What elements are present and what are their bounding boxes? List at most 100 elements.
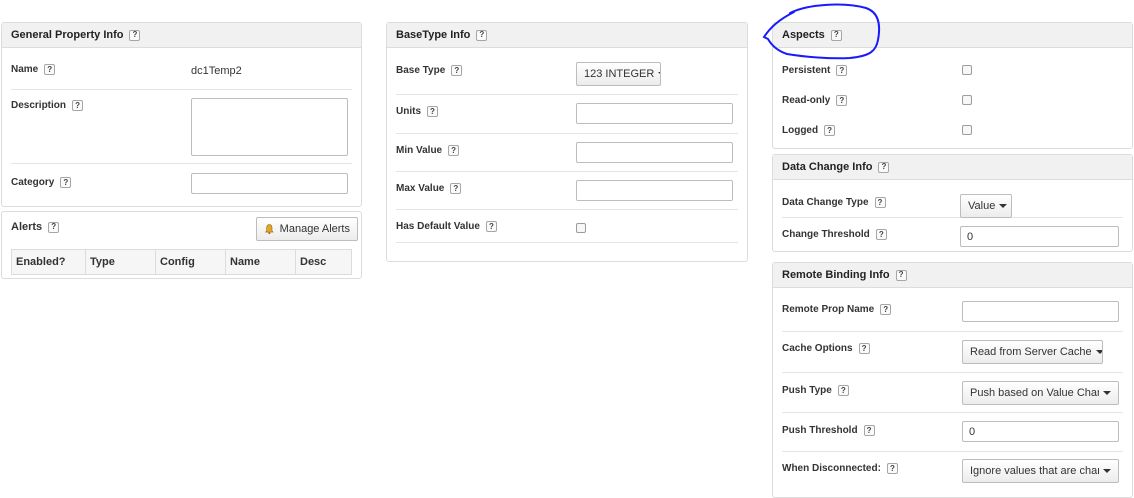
help-icon[interactable]: ? [886, 463, 898, 474]
column-header-enabled[interactable]: Enabled? [11, 249, 86, 275]
push-type-label: Push Type [782, 385, 832, 396]
help-icon[interactable]: ? [427, 106, 438, 117]
data-change-type-value: Value [968, 200, 996, 212]
cache-options-label: Cache Options [782, 343, 853, 354]
help-icon[interactable]: ? [836, 95, 848, 106]
manage-alerts-button[interactable]: Manage Alerts [256, 217, 358, 241]
push-threshold-field[interactable] [962, 421, 1119, 442]
readonly-label: Read-only [782, 95, 831, 106]
help-icon[interactable]: ? [874, 197, 886, 208]
general-property-title: General Property Info [11, 29, 124, 41]
max-value-field[interactable] [576, 180, 733, 201]
push-type-value: Push based on Value Chang... [970, 387, 1099, 399]
units-field[interactable] [576, 103, 733, 124]
category-label: Category [11, 177, 55, 188]
cache-options-row: Cache Options ? Read from Server Cache [782, 332, 1123, 373]
basetype-title: BaseType Info [396, 29, 471, 41]
logged-label: Logged [782, 125, 819, 136]
help-icon[interactable]: ? [837, 385, 849, 396]
caret-down-icon [658, 72, 660, 76]
help-icon[interactable]: ? [836, 65, 848, 76]
change-threshold-row: Change Threshold ? [782, 218, 1123, 251]
logged-checkbox[interactable] [962, 125, 972, 135]
help-icon[interactable]: ? [895, 269, 907, 281]
min-value-field[interactable] [576, 142, 733, 163]
column-header-name[interactable]: Name [225, 249, 296, 275]
name-label: Name [11, 64, 39, 75]
column-header-desc[interactable]: Desc [295, 249, 352, 275]
help-icon[interactable]: ? [451, 65, 463, 76]
remote-binding-panel: Remote Binding Info ? Remote Prop Name ?… [772, 262, 1133, 498]
data-change-type-row: Data Change Type ? Value [782, 180, 1123, 218]
min-value-row: Min Value ? [396, 134, 738, 172]
description-row: Description ? [11, 90, 352, 164]
bell-icon [264, 224, 274, 235]
description-field[interactable] [191, 98, 348, 156]
category-field[interactable] [191, 173, 348, 194]
persistent-checkbox[interactable] [962, 65, 972, 75]
column-header-type[interactable]: Type [85, 249, 156, 275]
help-icon[interactable]: ? [878, 161, 890, 173]
when-disconnected-dropdown[interactable]: Ignore values that are chan... [962, 459, 1119, 483]
help-icon[interactable]: ? [450, 183, 462, 194]
push-threshold-label: Push Threshold [782, 425, 858, 436]
column-header-config[interactable]: Config [155, 249, 226, 275]
name-row: Name ? dc1Temp2 [11, 48, 352, 90]
data-change-panel: Data Change Info ? Data Change Type ? Va… [772, 154, 1133, 252]
help-icon[interactable]: ? [824, 125, 836, 136]
help-icon[interactable]: ? [448, 145, 460, 156]
push-type-row: Push Type ? Push based on Value Chang... [782, 373, 1123, 413]
caret-down-icon [1103, 469, 1111, 473]
readonly-checkbox[interactable] [962, 95, 972, 105]
help-icon[interactable]: ? [48, 221, 60, 233]
cache-options-value: Read from Server Cache [970, 346, 1092, 358]
help-icon[interactable]: ? [880, 304, 892, 315]
data-change-header: Data Change Info ? [773, 155, 1132, 180]
help-icon[interactable]: ? [485, 221, 497, 232]
help-icon[interactable]: ? [129, 29, 141, 41]
remote-prop-name-label: Remote Prop Name [782, 304, 875, 315]
caret-down-icon [1103, 391, 1111, 395]
data-change-type-dropdown[interactable]: Value [960, 194, 1012, 218]
change-threshold-field[interactable] [960, 226, 1119, 247]
basetype-panel: BaseType Info ? Base Type ? 123 INTEGER … [386, 22, 748, 262]
data-change-title: Data Change Info [782, 161, 873, 173]
when-disconnected-label: When Disconnected: [782, 463, 881, 474]
when-disconnected-value: Ignore values that are chan... [970, 465, 1099, 477]
annotation-circle [762, 3, 881, 60]
cache-options-dropdown[interactable]: Read from Server Cache [962, 340, 1103, 364]
push-type-dropdown[interactable]: Push based on Value Chang... [962, 381, 1119, 405]
when-disconnected-row: When Disconnected: ? Ignore values that … [782, 452, 1123, 492]
help-icon[interactable]: ? [44, 64, 56, 75]
default-value-label: Has Default Value [396, 221, 480, 232]
alerts-table: Enabled? Type Config Name Desc [11, 249, 352, 275]
remote-prop-name-field[interactable] [962, 301, 1119, 322]
help-icon[interactable]: ? [863, 425, 875, 436]
help-icon[interactable]: ? [875, 229, 887, 240]
max-value-label: Max Value [396, 183, 445, 194]
max-value-row: Max Value ? [396, 172, 738, 210]
name-value: dc1Temp2 [191, 65, 242, 77]
remote-prop-name-row: Remote Prop Name ? [782, 288, 1123, 332]
base-type-dropdown[interactable]: 123 INTEGER [576, 62, 661, 86]
alerts-title: Alerts [11, 221, 43, 233]
base-type-label: Base Type [396, 65, 446, 76]
basetype-header: BaseType Info ? [387, 23, 747, 48]
manage-alerts-label: Manage Alerts [279, 223, 350, 235]
caret-down-icon [1095, 350, 1102, 354]
base-type-row: Base Type ? 123 INTEGER [396, 48, 738, 95]
base-type-value: 123 INTEGER [584, 68, 655, 80]
persistent-label: Persistent [782, 65, 831, 76]
help-icon[interactable]: ? [858, 343, 870, 354]
data-change-type-label: Data Change Type [782, 197, 869, 208]
units-label: Units [396, 106, 421, 117]
alerts-table-header: Enabled? Type Config Name Desc [11, 249, 352, 275]
general-property-panel: General Property Info ? Name ? dc1Temp2 … [1, 22, 362, 207]
general-property-header: General Property Info ? [2, 23, 361, 48]
help-icon[interactable]: ? [60, 177, 72, 188]
default-value-row: Has Default Value ? [396, 210, 738, 243]
caret-down-icon [999, 204, 1008, 208]
has-default-value-checkbox[interactable] [576, 223, 586, 233]
help-icon[interactable]: ? [476, 29, 488, 41]
help-icon[interactable]: ? [72, 100, 84, 111]
